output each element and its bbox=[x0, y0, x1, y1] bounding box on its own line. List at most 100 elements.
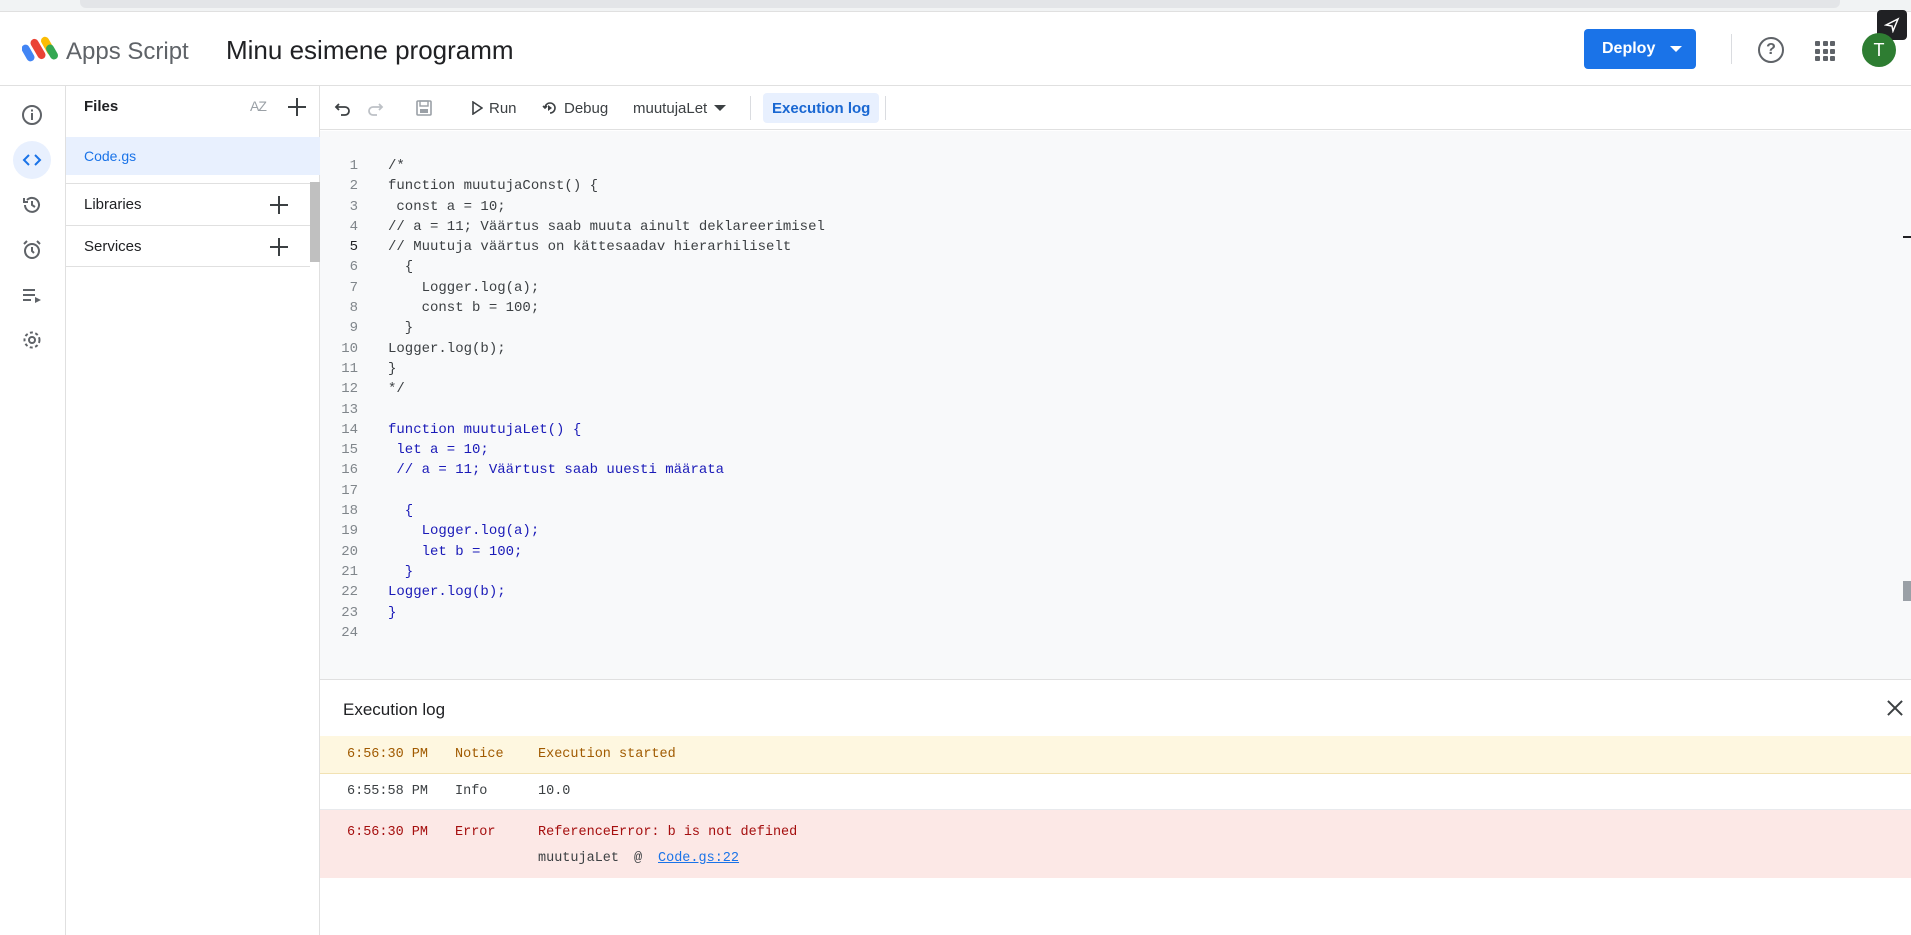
code-text: function muutujaConst() { bbox=[388, 178, 599, 195]
line-number: 1 bbox=[349, 158, 358, 174]
log-message: ReferenceError: b is not defined bbox=[538, 825, 798, 840]
close-icon[interactable] bbox=[1885, 698, 1905, 718]
code-text: { bbox=[388, 503, 414, 520]
line-number: 20 bbox=[341, 543, 358, 560]
scroll-marker bbox=[1903, 236, 1911, 238]
function-select[interactable]: muutujaLet bbox=[633, 86, 727, 130]
line-number: 17 bbox=[341, 482, 358, 499]
execution-log-button[interactable]: Execution log bbox=[763, 93, 880, 123]
line-number: 8 bbox=[349, 300, 358, 317]
code-text: const a = 10; bbox=[388, 198, 506, 215]
run-button[interactable]: Run bbox=[471, 86, 517, 130]
code-text: } bbox=[388, 360, 397, 377]
log-message: 10.0 bbox=[538, 784, 571, 799]
deploy-button[interactable]: Deploy bbox=[1584, 29, 1696, 69]
code-text: // Muutuja väärtus on kättesaadav hierar… bbox=[388, 239, 792, 256]
redo-icon[interactable] bbox=[366, 86, 384, 130]
add-service-icon[interactable] bbox=[270, 238, 288, 256]
log-level: Notice bbox=[455, 747, 504, 762]
line-number: 15 bbox=[341, 442, 358, 459]
code-icon[interactable] bbox=[13, 141, 51, 179]
line-number: 3 bbox=[349, 198, 358, 215]
chevron-down-icon bbox=[1670, 46, 1682, 52]
services-label: Services bbox=[84, 238, 142, 255]
line-number: 21 bbox=[341, 563, 358, 580]
save-icon[interactable] bbox=[415, 86, 433, 130]
line-number: 14 bbox=[341, 421, 358, 438]
settings-icon[interactable] bbox=[13, 321, 51, 359]
line-number: 6 bbox=[349, 259, 358, 276]
trace-at: @ bbox=[634, 851, 643, 866]
alarm-icon[interactable] bbox=[13, 231, 51, 269]
executions-icon[interactable] bbox=[13, 276, 51, 314]
line-number: 18 bbox=[341, 503, 358, 520]
trace-link[interactable]: Code.gs:22 bbox=[658, 851, 739, 866]
help-icon[interactable]: ? bbox=[1758, 37, 1784, 63]
add-library-icon[interactable] bbox=[270, 196, 288, 214]
libraries-section[interactable]: Libraries bbox=[66, 183, 310, 225]
log-row-info: 6:55:58 PM Info 10.0 bbox=[320, 774, 1911, 810]
code-text: // a = 11; Väärtust saab uuesti määrata bbox=[388, 462, 725, 479]
scroll-thumb[interactable] bbox=[1903, 581, 1911, 601]
brand-name: Apps Script bbox=[66, 38, 189, 65]
run-label: Run bbox=[489, 99, 517, 117]
files-panel: Files AZ Code.gs Libraries Services bbox=[66, 86, 320, 935]
line-number: 22 bbox=[341, 584, 358, 601]
trace-function: muutujaLet bbox=[538, 851, 620, 866]
address-bar[interactable] bbox=[80, 0, 1840, 8]
history-icon[interactable] bbox=[13, 186, 51, 224]
code-editor[interactable]: 1 /* 2 function muutujaConst() { 3 const a =… bbox=[320, 131, 1911, 679]
browser-chrome bbox=[0, 0, 1911, 12]
editor-toolbar: Run Debug muutujaLet Execution log bbox=[320, 86, 1911, 130]
log-time: 6:56:30 PM bbox=[347, 825, 429, 840]
files-heading: Files bbox=[84, 98, 119, 115]
project-title[interactable]: Minu esimene programm bbox=[226, 35, 514, 66]
code-text: /* bbox=[388, 158, 405, 174]
code-text: { bbox=[388, 259, 414, 276]
line-number: 19 bbox=[341, 523, 358, 540]
files-scrollbar[interactable] bbox=[310, 182, 320, 262]
log-level: Error bbox=[455, 825, 496, 840]
code-text: let b = 100; bbox=[388, 543, 523, 560]
avatar[interactable]: T bbox=[1862, 33, 1896, 67]
line-number: 23 bbox=[341, 604, 358, 621]
line-number: 16 bbox=[341, 462, 358, 479]
divider bbox=[1731, 34, 1732, 64]
code-text: Logger.log(b); bbox=[388, 584, 506, 601]
divider bbox=[885, 96, 886, 120]
execution-log-title: Execution log bbox=[343, 700, 446, 719]
app-header: Apps Script Minu esimene programm Deploy… bbox=[0, 12, 1911, 86]
deploy-label: Deploy bbox=[1602, 40, 1656, 57]
services-section[interactable]: Services bbox=[66, 225, 310, 267]
libraries-label: Libraries bbox=[84, 196, 142, 213]
code-text: } bbox=[388, 604, 397, 621]
debug-button[interactable]: Debug bbox=[541, 86, 608, 130]
log-row-notice: 6:56:30 PM Notice Execution started bbox=[320, 736, 1911, 774]
line-number: 13 bbox=[341, 401, 358, 418]
code-text: const b = 100; bbox=[388, 300, 540, 317]
log-row-error: 6:56:30 PM Error ReferenceError: b is no… bbox=[320, 810, 1911, 878]
line-number: 2 bbox=[349, 178, 358, 195]
apps-script-logo-icon bbox=[21, 34, 60, 64]
left-nav-rail bbox=[0, 86, 66, 935]
line-number: 4 bbox=[349, 218, 358, 235]
play-icon bbox=[472, 101, 483, 115]
code-text: Logger.log(a); bbox=[388, 279, 540, 296]
info-icon[interactable] bbox=[13, 96, 51, 134]
code-text: */ bbox=[388, 381, 405, 398]
line-number: 11 bbox=[341, 360, 358, 377]
log-time: 6:56:30 PM bbox=[347, 747, 429, 762]
undo-icon[interactable] bbox=[334, 86, 352, 130]
line-number: 7 bbox=[349, 279, 358, 296]
file-item-code-gs[interactable]: Code.gs bbox=[66, 137, 320, 175]
code-text: function muutujaLet() { bbox=[388, 421, 582, 438]
line-number: 12 bbox=[341, 381, 358, 398]
debug-icon bbox=[542, 102, 556, 114]
sort-az-icon[interactable]: AZ bbox=[250, 98, 267, 114]
apps-grid-icon[interactable] bbox=[1815, 41, 1835, 61]
chevron-down-icon bbox=[714, 105, 727, 111]
editor-scrollbar[interactable] bbox=[1903, 131, 1911, 679]
code-text: Logger.log(a); bbox=[388, 523, 540, 540]
code-text: } bbox=[388, 320, 414, 337]
add-file-icon[interactable] bbox=[288, 98, 306, 116]
